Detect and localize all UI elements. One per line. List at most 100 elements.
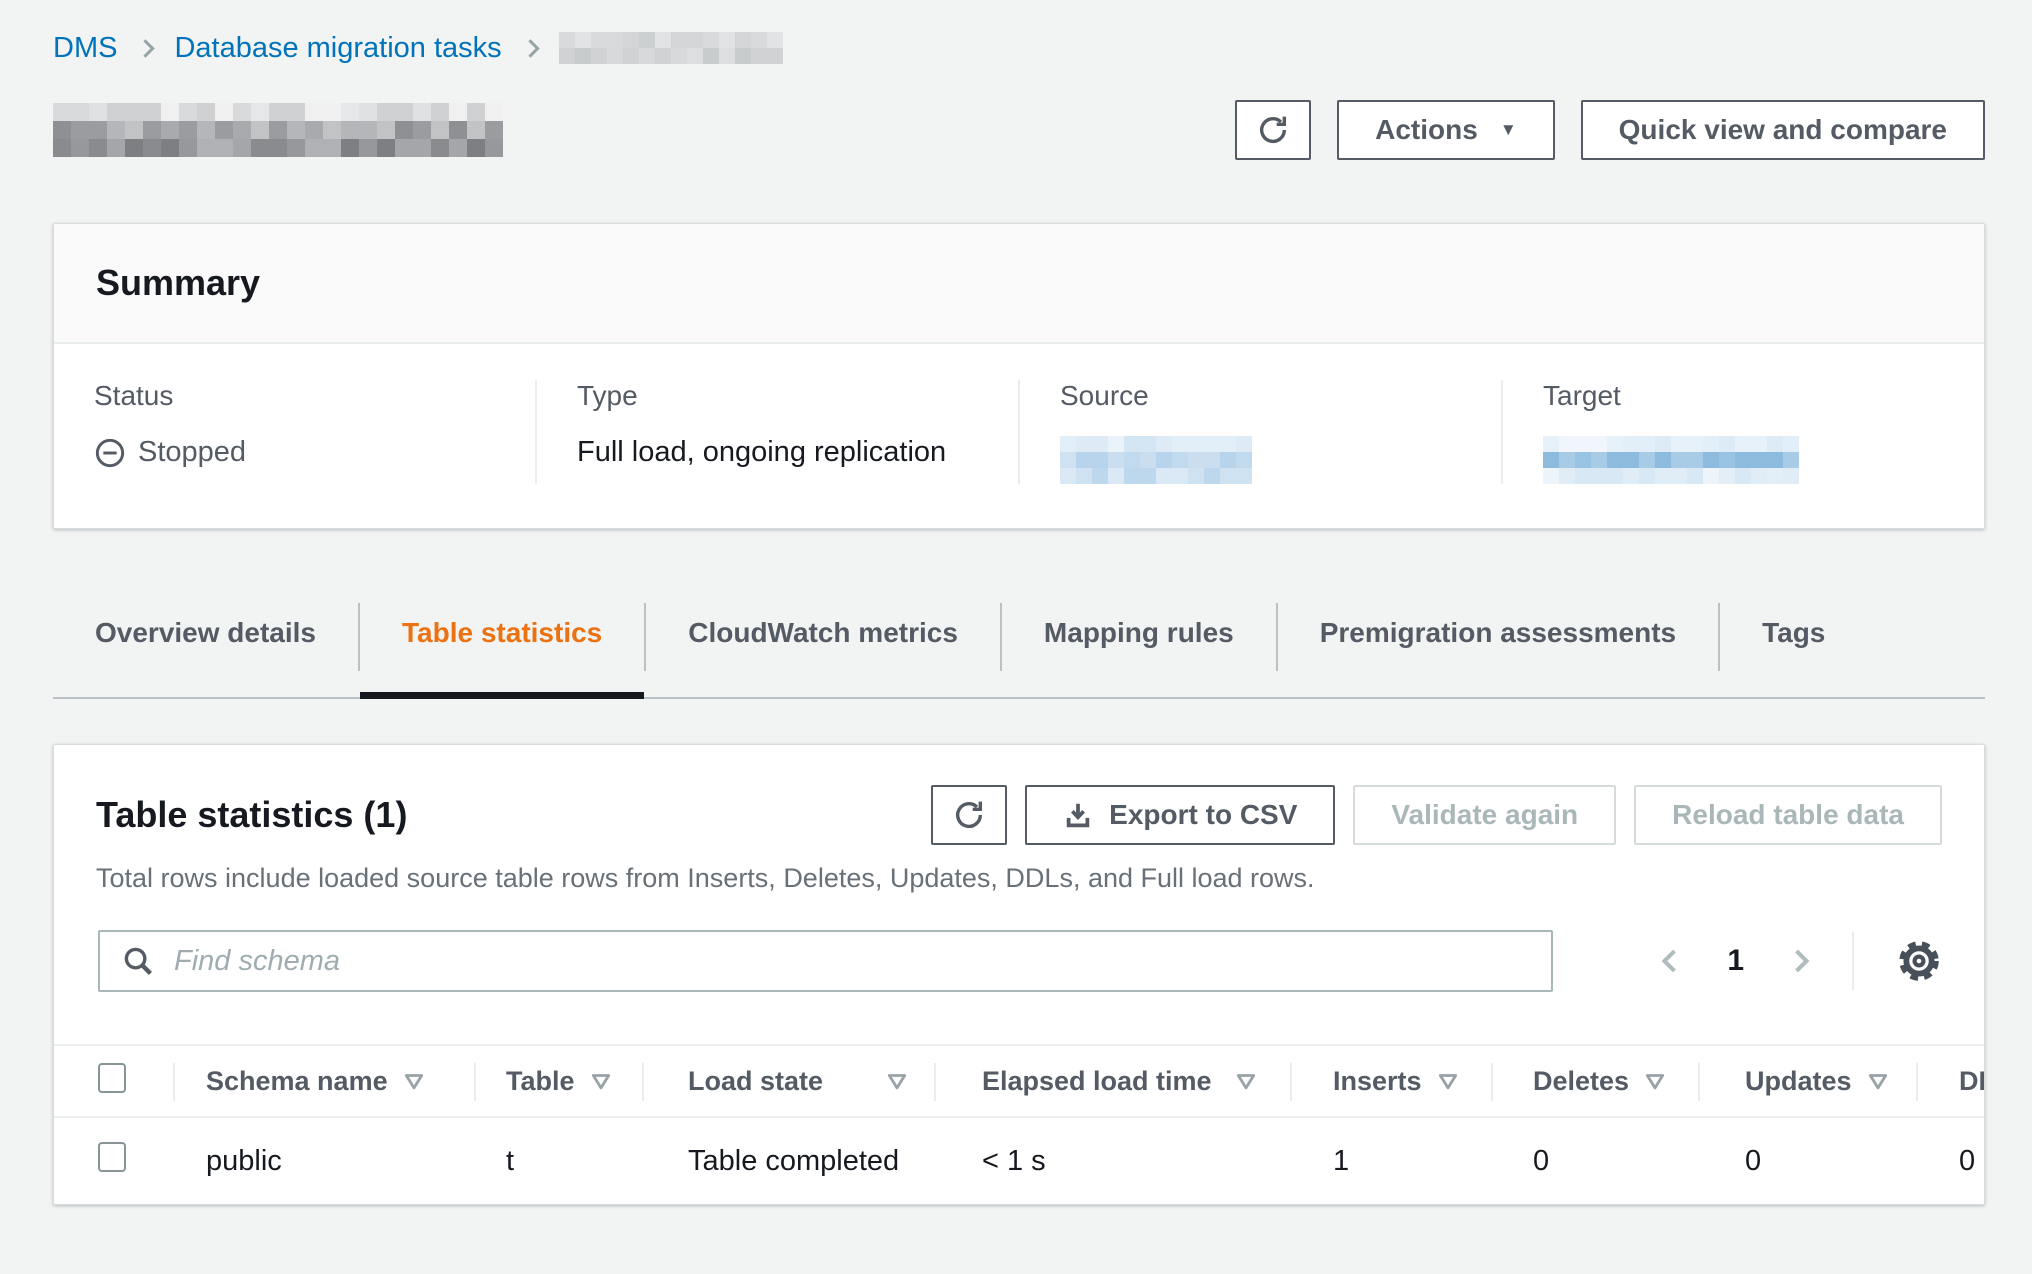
header-actions: Actions ▼ Quick view and compare xyxy=(1235,100,1985,160)
column-header-table[interactable]: Table xyxy=(474,1045,642,1117)
status-value: Stopped xyxy=(94,436,515,469)
tab-mapping-rules[interactable]: Mapping rules xyxy=(1002,599,1276,697)
reload-table-data-button[interactable]: Reload table data xyxy=(1634,785,1942,845)
column-header-schema-name[interactable]: Schema name xyxy=(173,1045,474,1117)
column-header-updates[interactable]: Updates xyxy=(1698,1045,1916,1117)
sort-icon xyxy=(1868,1073,1888,1090)
summary-panel: Summary Status Stopped Type Full load, o… xyxy=(53,223,1985,529)
column-header-inserts[interactable]: Inserts xyxy=(1290,1045,1491,1117)
quick-view-compare-button[interactable]: Quick view and compare xyxy=(1581,100,1985,160)
breadcrumb-redacted-task xyxy=(559,32,783,64)
summary-source-field: Source xyxy=(1018,380,1501,484)
tab-tags[interactable]: Tags xyxy=(1720,599,1867,697)
target-redacted xyxy=(1543,436,1799,484)
cell-load-state: Table completed xyxy=(642,1117,934,1204)
summary-panel-header: Summary xyxy=(54,224,1984,344)
chevron-right-icon xyxy=(1787,950,1810,973)
tab-premigration-assessments[interactable]: Premigration assessments xyxy=(1278,599,1718,697)
column-label: Inserts xyxy=(1333,1066,1422,1097)
breadcrumb-link-dms[interactable]: DMS xyxy=(53,32,117,65)
refresh-icon xyxy=(952,798,986,832)
refresh-icon xyxy=(1256,113,1290,147)
find-schema-input[interactable] xyxy=(98,930,1553,992)
chevron-right-icon xyxy=(137,39,155,57)
refresh-button[interactable] xyxy=(1235,100,1311,160)
caret-down-icon: ▼ xyxy=(1500,120,1517,140)
dms-task-detail-page: DMS Database migration tasks Actions ▼ Q… xyxy=(0,0,2032,1205)
column-label: Updates xyxy=(1745,1066,1852,1097)
cell-elapsed-load-time: < 1 s xyxy=(934,1117,1290,1204)
breadcrumb: DMS Database migration tasks xyxy=(53,30,1985,66)
table-statistics-description: Total rows include loaded source table r… xyxy=(54,845,1984,894)
cell-ddls: 0 xyxy=(1916,1117,1985,1204)
tab-overview-details[interactable]: Overview details xyxy=(53,599,358,697)
table-row: public t Table completed < 1 s 1 0 0 0 xyxy=(54,1117,1985,1204)
source-label: Source xyxy=(1060,380,1481,412)
tab-table-statistics[interactable]: Table statistics xyxy=(360,599,644,697)
table-statistics-header: Table statistics (1) Export to CSV Valid… xyxy=(54,745,1984,845)
select-all-checkbox[interactable] xyxy=(98,1063,126,1093)
table-refresh-button[interactable] xyxy=(931,785,1007,845)
tab-cloudwatch-metrics[interactable]: CloudWatch metrics xyxy=(646,599,1000,697)
filter-row: 1 xyxy=(54,894,1984,992)
column-label: Deletes xyxy=(1533,1066,1629,1097)
chevron-left-icon xyxy=(1662,950,1685,973)
source-redacted xyxy=(1060,436,1252,484)
cell-table: t xyxy=(474,1117,642,1204)
actions-button-label: Actions xyxy=(1375,114,1478,146)
summary-body: Status Stopped Type Full load, ongoing r… xyxy=(54,344,1984,528)
summary-type-field: Type Full load, ongoing replication xyxy=(535,380,1018,484)
magnifier-icon xyxy=(122,945,154,977)
sort-icon xyxy=(1645,1073,1665,1090)
select-all-header-cell xyxy=(54,1045,173,1117)
status-text: Stopped xyxy=(138,436,246,469)
target-label: Target xyxy=(1543,380,1964,412)
actions-button[interactable]: Actions ▼ xyxy=(1337,100,1555,160)
cell-deletes: 0 xyxy=(1491,1117,1698,1204)
tab-bar: Overview details Table statistics CloudW… xyxy=(53,599,1985,699)
current-page-number[interactable]: 1 xyxy=(1727,944,1744,978)
schema-search xyxy=(98,930,1553,992)
summary-status-field: Status Stopped xyxy=(54,380,535,484)
cell-schema-name: public xyxy=(173,1117,474,1204)
row-checkbox[interactable] xyxy=(98,1142,126,1172)
export-to-csv-label: Export to CSV xyxy=(1109,799,1297,831)
cell-inserts: 1 xyxy=(1290,1117,1491,1204)
table-header-row: Schema name Table Load state Elapsed loa… xyxy=(54,1045,1985,1117)
export-to-csv-button[interactable]: Export to CSV xyxy=(1025,785,1335,845)
breadcrumb-link-tasks[interactable]: Database migration tasks xyxy=(174,32,501,65)
column-header-elapsed-load-time[interactable]: Elapsed load time xyxy=(934,1045,1290,1117)
table-statistics-table: Schema name Table Load state Elapsed loa… xyxy=(54,1044,1985,1204)
summary-target-field: Target xyxy=(1501,380,1984,484)
row-select-cell xyxy=(54,1117,173,1204)
page-title-redacted xyxy=(53,103,503,157)
sort-icon xyxy=(591,1073,611,1090)
column-label: Load state xyxy=(688,1066,823,1097)
column-label: Elapsed load time xyxy=(982,1066,1212,1097)
minus-circle-icon xyxy=(94,437,126,469)
quick-view-label: Quick view and compare xyxy=(1619,114,1947,146)
table-statistics-panel: Table statistics (1) Export to CSV Valid… xyxy=(53,744,1985,1205)
validate-again-button[interactable]: Validate again xyxy=(1353,785,1616,845)
column-header-ddls[interactable]: DDLs xyxy=(1916,1045,1985,1117)
pagination-divider xyxy=(1852,932,1854,990)
table-preferences-button[interactable] xyxy=(1896,938,1942,984)
column-label: DDLs xyxy=(1959,1066,1985,1097)
cell-updates: 0 xyxy=(1698,1117,1916,1204)
sort-icon xyxy=(404,1073,424,1090)
column-label: Table xyxy=(506,1066,575,1097)
summary-title: Summary xyxy=(96,262,1942,304)
column-header-deletes[interactable]: Deletes xyxy=(1491,1045,1698,1117)
gear-icon xyxy=(1896,938,1942,984)
sort-icon xyxy=(1236,1073,1256,1090)
sort-icon xyxy=(887,1073,907,1090)
target-value-link[interactable] xyxy=(1543,436,1964,484)
type-label: Type xyxy=(577,380,998,412)
status-label: Status xyxy=(94,380,515,412)
column-header-load-state[interactable]: Load state xyxy=(642,1045,934,1117)
next-page-button[interactable] xyxy=(1786,949,1810,973)
chevron-right-icon xyxy=(521,39,539,57)
source-value-link[interactable] xyxy=(1060,436,1481,484)
previous-page-button[interactable] xyxy=(1661,949,1685,973)
download-tray-icon xyxy=(1063,800,1093,830)
